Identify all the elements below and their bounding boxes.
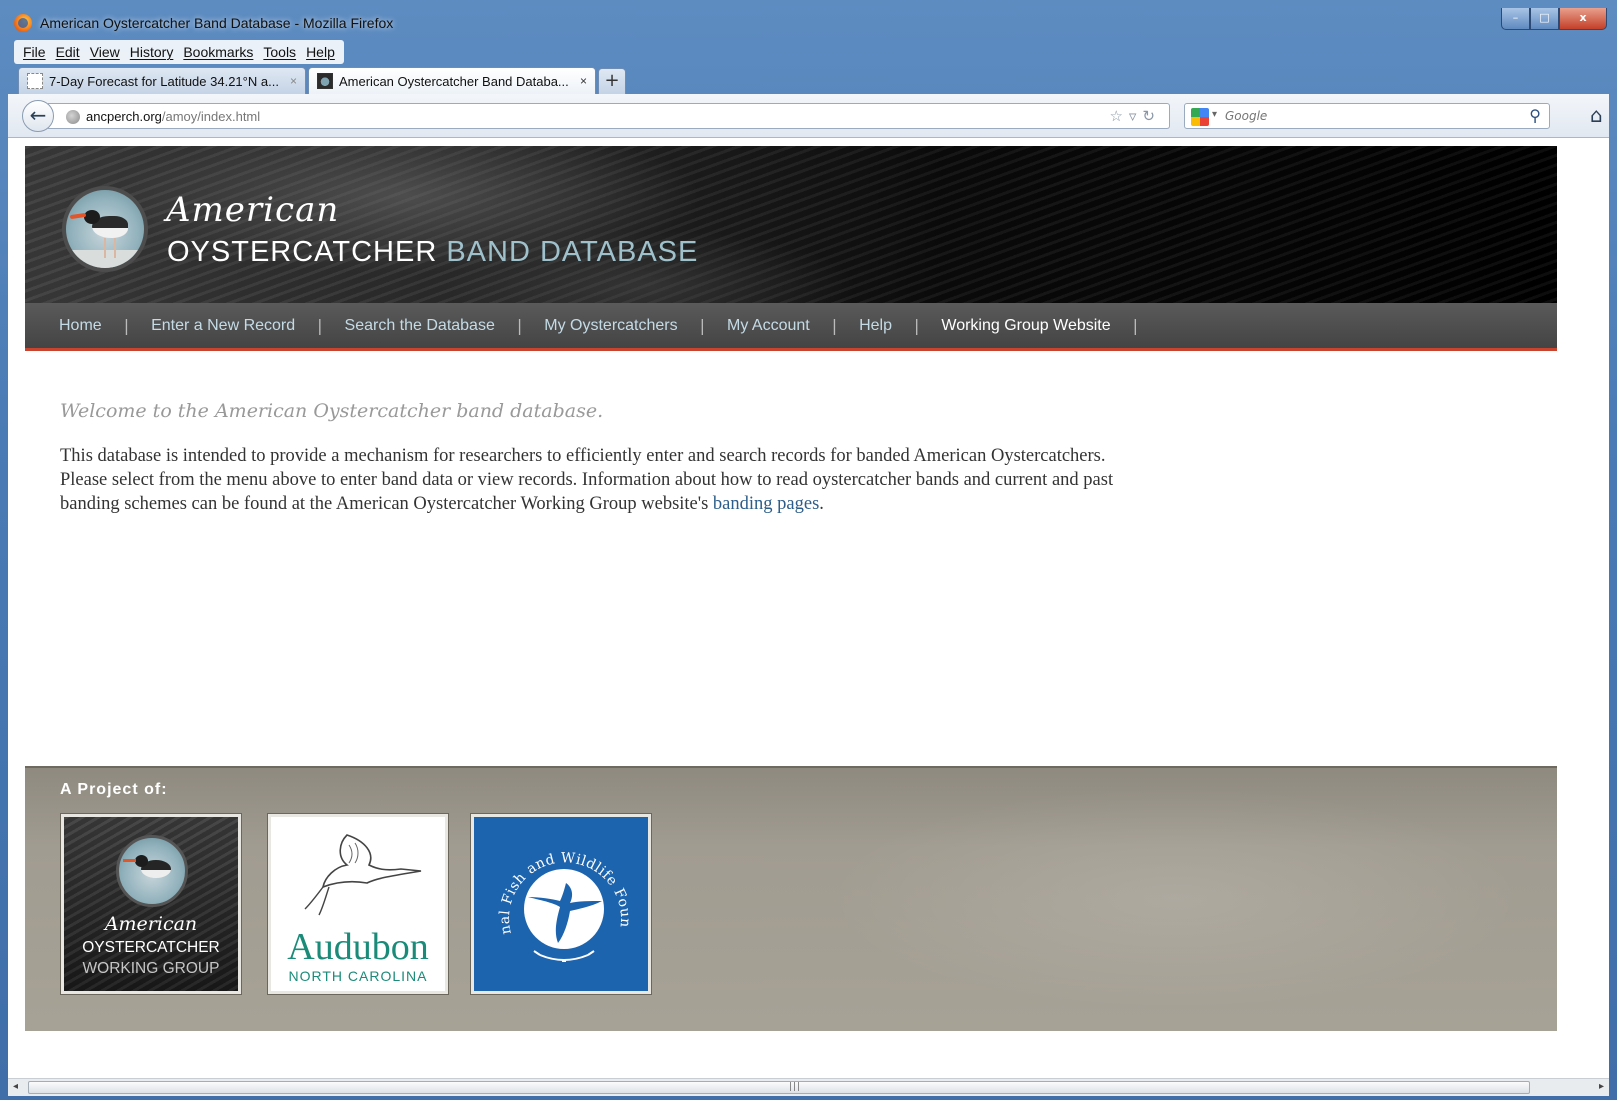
bookmark-star-icon[interactable]: ☆: [1109, 107, 1128, 125]
menu-bookmarks[interactable]: Bookmarks: [180, 40, 256, 64]
title-bar: American Oystercatcher Band Database - M…: [0, 8, 1617, 38]
menu-file[interactable]: File: [20, 40, 49, 64]
menu-tools[interactable]: Tools: [260, 40, 299, 64]
google-engine-icon[interactable]: [1191, 108, 1209, 126]
window-title: American Oystercatcher Band Database - M…: [40, 15, 394, 31]
brand-script: American: [166, 190, 340, 230]
partner-logo-amoy-working-group[interactable]: American OYSTERCATCHER WORKING GROUP: [61, 814, 241, 994]
menu-bar: File Edit View History Bookmarks Tools H…: [14, 40, 344, 64]
nav-separator: |: [1132, 316, 1139, 335]
oystercatcher-logo-icon: [116, 835, 188, 907]
nav-my-account[interactable]: My Account: [727, 317, 810, 335]
menu-help[interactable]: Help: [303, 40, 338, 64]
oystercatcher-logo-icon[interactable]: [62, 186, 148, 272]
footer-heading: A Project of:: [60, 781, 168, 798]
search-bar: ▾ ⚲: [1184, 103, 1550, 129]
minimize-button[interactable]: –: [1501, 8, 1530, 30]
nfwf-seal-icon: National Fish and Wildlife Foundation: [474, 817, 633, 962]
search-input[interactable]: [1225, 107, 1505, 125]
brand-title: OYSTERCATCHER BAND DATABASE: [167, 236, 698, 269]
nav-home[interactable]: Home: [59, 317, 102, 335]
site-favicon-icon: [317, 73, 333, 89]
site-nav: Home | Enter a New Record | Search the D…: [25, 303, 1557, 351]
menu-edit[interactable]: Edit: [53, 40, 83, 64]
intro-paragraph: This database is intended to provide a m…: [60, 444, 1150, 516]
intro-text: This database is intended to provide a m…: [60, 446, 1114, 514]
welcome-heading: Welcome to the American Oystercatcher ba…: [60, 400, 604, 422]
partner-script: American: [104, 913, 198, 935]
nav-separator: |: [831, 316, 838, 335]
history-dropdown-icon[interactable]: ▿: [1129, 107, 1143, 125]
intro-end: .: [819, 494, 824, 514]
nav-enter-record[interactable]: Enter a New Record: [151, 317, 295, 335]
tab-close-icon[interactable]: ×: [290, 74, 297, 88]
tab-label: 7-Day Forecast for Latitude 34.21°N a...: [49, 73, 279, 89]
menu-history[interactable]: History: [127, 40, 177, 64]
address-controls: ☆▿↻: [1109, 107, 1161, 125]
partner-line2: WORKING GROUP: [82, 960, 220, 977]
back-button[interactable]: ←: [22, 100, 54, 132]
nav-separator: |: [914, 316, 920, 335]
nav-separator: |: [699, 316, 705, 335]
engine-dropdown-icon[interactable]: ▾: [1212, 109, 1217, 120]
partner-logo-nfwf[interactable]: National Fish and Wildlife Foundation: [471, 814, 651, 994]
back-arrow-icon: ←: [29, 103, 47, 127]
scroll-grip-icon: |||: [789, 1082, 802, 1092]
globe-icon: [66, 110, 80, 124]
close-button[interactable]: x: [1559, 8, 1607, 30]
partner-line2: NORTH CAROLINA: [288, 968, 428, 984]
page-viewport: American OYSTERCATCHER BAND DATABASE Hom…: [8, 138, 1609, 1078]
nav-separator: |: [516, 316, 523, 335]
site-footer: A Project of: American OYSTERCATCHER WOR…: [25, 766, 1557, 1031]
tab-forecast[interactable]: 7-Day Forecast for Latitude 34.21°N a...…: [18, 67, 306, 94]
brand-primary: OYSTERCATCHER: [167, 236, 438, 268]
nav-separator: |: [123, 316, 130, 335]
browser-window: American Oystercatcher Band Database - M…: [0, 0, 1617, 1100]
firefox-logo-icon: [14, 14, 32, 32]
tab-label: American Oystercatcher Band Databa...: [339, 73, 569, 89]
navigation-toolbar: ancperch.org/amoy/index.html ☆▿↻ ← ▾ ⚲ ⌂: [8, 94, 1609, 138]
address-bar[interactable]: ancperch.org/amoy/index.html ☆▿↻: [48, 103, 1170, 129]
nav-my-oystercatchers[interactable]: My Oystercatchers: [544, 317, 677, 335]
url-text: ancperch.org/amoy/index.html: [86, 109, 260, 124]
site-header: American OYSTERCATCHER BAND DATABASE: [25, 146, 1557, 303]
search-magnifier-icon[interactable]: ⚲: [1529, 106, 1541, 125]
brand-secondary: BAND DATABASE: [446, 236, 699, 268]
egret-icon: [304, 834, 422, 916]
tab-strip: 7-Day Forecast for Latitude 34.21°N a...…: [18, 66, 626, 94]
url-path: /amoy/index.html: [161, 109, 261, 124]
partner-line1: Audubon: [287, 926, 429, 968]
nav-separator: |: [317, 316, 323, 335]
scrollbar-thumb[interactable]: |||: [28, 1081, 1530, 1094]
reload-icon[interactable]: ↻: [1142, 107, 1161, 125]
tab-oystercatcher[interactable]: American Oystercatcher Band Databa... ×: [308, 67, 596, 94]
partner-logo-audubon[interactable]: Audubon NORTH CAROLINA: [268, 814, 448, 994]
tab-close-icon[interactable]: ×: [580, 74, 587, 88]
horizontal-scrollbar[interactable]: ◂ ||| ▸: [8, 1078, 1609, 1096]
menu-view[interactable]: View: [87, 40, 123, 64]
new-tab-button[interactable]: +: [598, 68, 626, 94]
banding-pages-link[interactable]: banding pages: [713, 494, 819, 514]
nav-working-group[interactable]: Working Group Website: [941, 317, 1110, 335]
nav-search-database[interactable]: Search the Database: [345, 317, 495, 335]
blank-page-icon: [27, 73, 43, 89]
scroll-right-icon[interactable]: ▸: [1599, 1081, 1604, 1092]
home-icon[interactable]: ⌂: [1590, 103, 1603, 127]
nav-help[interactable]: Help: [859, 317, 892, 335]
partner-line1: OYSTERCATCHER: [82, 939, 220, 956]
url-host: ancperch.org: [86, 109, 162, 124]
maximize-button[interactable]: □: [1530, 8, 1559, 30]
scroll-left-icon[interactable]: ◂: [13, 1081, 18, 1092]
window-controls: – □ x: [1501, 8, 1607, 30]
